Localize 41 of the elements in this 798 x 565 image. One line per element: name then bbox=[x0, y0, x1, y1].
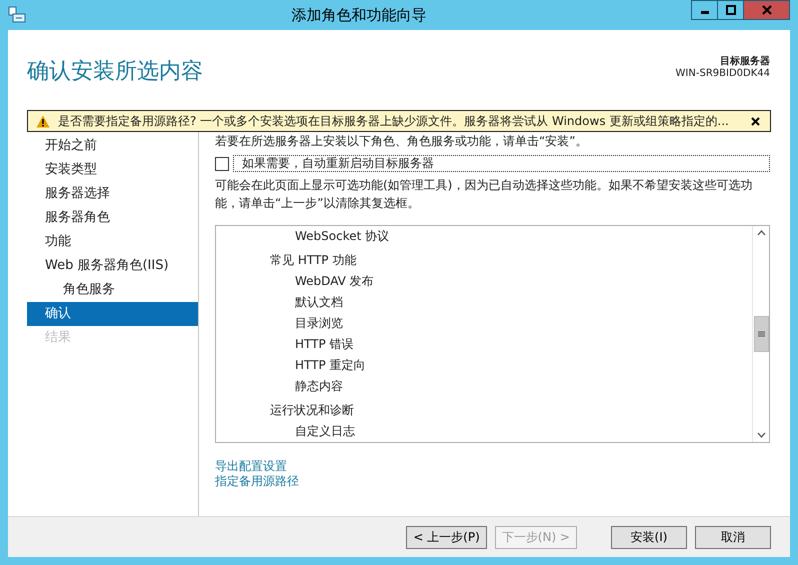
warning-icon bbox=[36, 114, 50, 128]
maximize-button[interactable] bbox=[717, 0, 744, 20]
wizard-button[interactable]: < 上一步(P) bbox=[406, 526, 487, 548]
scrollbar-thumb[interactable] bbox=[754, 316, 768, 352]
sidebar-item[interactable]: Web 服务器角色(IIS) bbox=[27, 254, 198, 278]
sidebar-item[interactable]: 角色服务 bbox=[27, 278, 198, 302]
wizard-button[interactable]: 取消 bbox=[695, 526, 771, 548]
app-icon bbox=[8, 6, 26, 24]
tree-item: HTTP 重定向 bbox=[294, 357, 367, 374]
sidebar-item[interactable]: 安装类型 bbox=[27, 158, 198, 182]
sidebar-item[interactable]: 服务器角色 bbox=[27, 206, 198, 230]
sidebar-item[interactable]: 开始之前 bbox=[27, 134, 198, 158]
tree-item: 默认文档 bbox=[294, 294, 344, 311]
tree-item: 目录浏览 bbox=[294, 315, 344, 332]
scroll-down-icon[interactable] bbox=[756, 432, 766, 438]
checkbox-label[interactable]: 如果需要，自动重新启动目标服务器 bbox=[233, 155, 770, 172]
scroll-up-icon[interactable] bbox=[756, 230, 766, 236]
link[interactable]: 导出配置设置 bbox=[215, 459, 287, 474]
window-title: 添加角色和功能向导 bbox=[290, 6, 428, 24]
tree-item: 运行状况和诊断 bbox=[270, 402, 355, 419]
tree-item: HTTP 错误 bbox=[294, 336, 355, 353]
tree-item: 静态内容 bbox=[294, 378, 344, 395]
grip-icon[interactable] bbox=[758, 331, 764, 337]
sidebar-item[interactable]: 服务器选择 bbox=[27, 182, 198, 206]
tree-item: 自定义日志 bbox=[294, 423, 356, 440]
minimize-button[interactable] bbox=[691, 0, 718, 20]
checkbox[interactable] bbox=[215, 156, 229, 170]
tree-item: WebDAV 发布 bbox=[294, 273, 375, 290]
server-name: WIN-SR9BID0DK44 bbox=[676, 68, 770, 79]
tree-item: WebSocket 协议 bbox=[294, 228, 390, 245]
sidebar-item[interactable]: 确认 bbox=[27, 302, 198, 326]
tree-item: 常见 HTTP 功能 bbox=[270, 252, 358, 269]
page-title: 确认安装所选内容 bbox=[27, 58, 203, 86]
warning-text: 是否需要指定备用源路径? 一个或多个安装选项在目标服务器上缺少源文件。服务器将尝试从 Windows 更新或组策略指定的... bbox=[58, 112, 730, 130]
link[interactable]: 指定备用源路径 bbox=[215, 474, 299, 489]
wizard-button[interactable]: 安装(I) bbox=[611, 526, 687, 548]
note-text: 可能会在此页面上显示可选功能(如管理工具)，因为已自动选择这些功能。如果不希望安装这些可选功能，请单击“上一步”以清除其复选框。 bbox=[215, 177, 754, 212]
server-label: 目标服务器 bbox=[719, 54, 770, 68]
intro-text: 若要在所选服务器上安装以下角色、角色服务或功能，请单击“安装”。 bbox=[215, 133, 588, 150]
maximize-icon[interactable] bbox=[726, 5, 736, 15]
sidebar-item[interactable]: 功能 bbox=[27, 230, 198, 254]
